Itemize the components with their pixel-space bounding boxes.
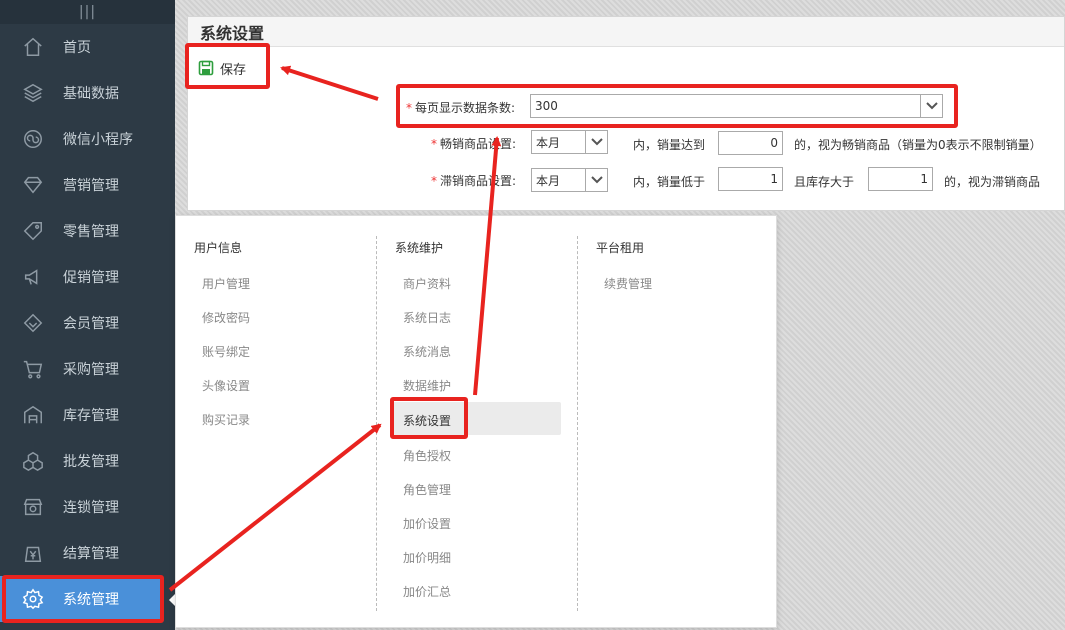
menu-item-renewal[interactable]: 续费管理 [604,275,652,292]
sidebar-item-settlement[interactable]: 结算管理 [0,530,175,576]
slow-text-3: 的，视为滞销商品 [944,175,1041,189]
chevron-down-icon[interactable] [920,95,942,117]
menu-item-role-authorization[interactable]: 角色授权 [403,447,451,464]
slow-period-value: 本月 [536,173,561,188]
diamond-member-icon [20,310,46,336]
menu-divider [376,236,377,611]
save-button[interactable]: 保存 [198,57,246,79]
sidebar-item-retail[interactable]: 零售管理 [0,208,175,254]
slow-text-1: 内，销量低于 [633,175,706,189]
menu-item-purchase-records[interactable]: 购买记录 [202,411,250,428]
sidebar-item-label: 零售管理 [63,224,119,240]
cart-icon [20,356,46,382]
slow-goods-label: * 滞销商品设置: [431,174,517,188]
sidebar-item-inventory[interactable]: 库存管理 [0,392,175,438]
hot-period-select[interactable]: 本月 [531,130,608,154]
boxes-icon [20,448,46,474]
menu-item-data-maintenance[interactable]: 数据维护 [403,377,451,394]
menu-column-title-system: 系统维护 [395,241,444,255]
warehouse-icon [20,402,46,428]
sidebar-item-label: 采购管理 [63,362,119,378]
sidebar-item-basic-data[interactable]: 基础数据 [0,70,175,116]
menu-item-role-manage[interactable]: 角色管理 [403,481,451,498]
sidebar-item-label: 结算管理 [63,546,119,562]
sidebar-collapse-handle[interactable]: ||| [0,0,175,24]
sidebar: ||| 首页 基础数据 微信小程序 营销管理 零售管理 促销管理 会员管理 采购… [0,0,175,630]
sidebar-item-label: 首页 [63,40,91,56]
sidebar-item-member[interactable]: 会员管理 [0,300,175,346]
hot-sales-input[interactable]: 0 [718,131,783,155]
sidebar-item-promotion[interactable]: 促销管理 [0,254,175,300]
menu-column-title-platform: 平台租用 [596,241,645,255]
sidebar-item-marketing[interactable]: 营销管理 [0,162,175,208]
diamond-icon [20,172,46,198]
sidebar-item-miniprogram[interactable]: 微信小程序 [0,116,175,162]
page-title: 系统设置 [188,17,1064,47]
tag-icon [20,218,46,244]
menu-item-system-log[interactable]: 系统日志 [403,309,451,326]
slow-period-select[interactable]: 本月 [531,168,608,192]
system-menu-dropdown: 用户信息 用户管理 修改密码 账号绑定 头像设置 购买记录 系统维护 商户资料 … [175,215,777,628]
sidebar-item-label: 促销管理 [63,270,119,286]
yen-bag-icon [20,540,46,566]
sidebar-item-label: 系统管理 [63,592,119,608]
rows-per-page-label: * 每页显示数据条数: [406,101,516,115]
sidebar-item-label: 会员管理 [63,316,119,332]
gear-icon [20,586,46,612]
hot-goods-label: * 畅销商品设置: [431,137,517,151]
sidebar-item-chain[interactable]: 连锁管理 [0,484,175,530]
menu-item-markup-settings[interactable]: 加价设置 [403,515,451,532]
sidebar-item-home[interactable]: 首页 [0,24,175,70]
slow-sales-input[interactable]: 1 [718,167,783,191]
sidebar-item-label: 微信小程序 [63,132,133,148]
menu-item-markup-details[interactable]: 加价明细 [403,549,451,566]
home-icon [20,34,46,60]
slow-stock-input[interactable]: 1 [868,167,933,191]
rows-per-page-value: 300 [535,99,558,113]
sidebar-item-system[interactable]: 系统管理 [0,576,160,622]
menu-item-avatar-settings[interactable]: 头像设置 [202,377,250,394]
hot-text-2: 的，视为畅销商品（销量为0表示不限制销量） [794,138,1042,152]
settings-panel: 系统设置 保存 * 每页显示数据条数: 300 * 畅销商品设置: 本月 内，销量达… [187,16,1065,211]
miniprogram-icon [20,126,46,152]
menu-item-user-manage[interactable]: 用户管理 [202,275,250,292]
chevron-down-icon[interactable] [585,131,607,153]
sidebar-item-label: 基础数据 [63,86,119,102]
save-icon [198,60,214,76]
hot-text-1: 内，销量达到 [633,138,706,152]
menu-item-merchant-info[interactable]: 商户资料 [403,275,451,292]
sidebar-item-purchase[interactable]: 采购管理 [0,346,175,392]
sidebar-item-label: 批发管理 [63,454,119,470]
menu-divider [577,236,578,611]
menu-column-title-user: 用户信息 [194,241,243,255]
hot-period-value: 本月 [536,135,561,150]
menu-item-system-settings[interactable]: 系统设置 [403,412,451,429]
sidebar-item-wholesale[interactable]: 批发管理 [0,438,175,484]
sidebar-item-label: 库存管理 [63,408,119,424]
menu-item-system-messages[interactable]: 系统消息 [403,343,451,360]
menu-item-change-password[interactable]: 修改密码 [202,309,250,326]
sidebar-item-label: 连锁管理 [63,500,119,516]
megaphone-icon [20,264,46,290]
layers-icon [20,80,46,106]
menu-item-account-binding[interactable]: 账号绑定 [202,343,250,360]
rows-per-page-select[interactable]: 300 [530,94,943,118]
save-label: 保存 [220,62,247,78]
chevron-down-icon[interactable] [585,169,607,191]
store-icon [20,494,46,520]
sidebar-item-label: 营销管理 [63,178,119,194]
slow-text-2: 且库存大于 [794,175,855,189]
menu-item-markup-summary[interactable]: 加价汇总 [403,583,451,600]
